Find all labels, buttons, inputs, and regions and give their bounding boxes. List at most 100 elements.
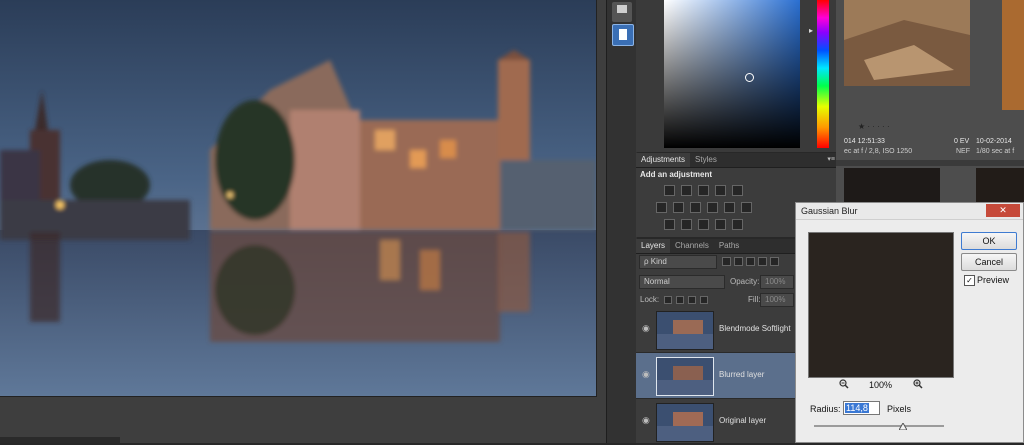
meta-exposure-2: 1/80 sec at f	[976, 148, 1015, 155]
color-field[interactable]	[664, 0, 800, 148]
layer-row-blendmode-softlight[interactable]: ◉ Blendmode Softlight	[636, 307, 796, 353]
status-bar	[0, 437, 120, 443]
layer-name[interactable]: Original layer	[719, 416, 766, 425]
gradient-map-icon[interactable]	[715, 219, 726, 231]
photo-image[interactable]	[0, 0, 597, 397]
opacity-field[interactable]: 100%	[760, 275, 794, 289]
lock-position-icon[interactable]	[688, 295, 696, 304]
visibility-eye-icon[interactable]: ◉	[642, 324, 651, 333]
visibility-eye-icon[interactable]: ◉	[642, 416, 651, 425]
thumbnail-partial[interactable]	[1002, 0, 1024, 110]
meta-date-1: 014 12:51:33	[844, 138, 885, 145]
curves-icon[interactable]	[698, 185, 709, 197]
filter-smart-icon[interactable]	[770, 257, 779, 267]
adjustment-icons-row-1	[664, 185, 839, 197]
hue-saturation-icon[interactable]	[656, 202, 667, 214]
filter-icons	[722, 256, 782, 267]
panel-menu-icon[interactable]: ▾≡	[827, 153, 835, 167]
desert-thumbnail-image	[844, 0, 970, 86]
layer-thumbnail	[656, 311, 714, 350]
gaussian-blur-dialog: Gaussian Blur ✕ OK Cancel ✓ Preview 100%…	[795, 202, 1024, 443]
thumbnail-desert[interactable]	[844, 0, 970, 86]
lock-transparent-icon[interactable]	[664, 295, 672, 304]
ok-button[interactable]: OK	[961, 232, 1017, 250]
meta-ev: 0 EV	[954, 138, 970, 145]
brightness-icon[interactable]	[664, 185, 675, 197]
filter-shape-icon[interactable]	[758, 257, 767, 267]
dock-icon-properties[interactable]	[612, 24, 634, 46]
tab-styles[interactable]: Styles	[690, 153, 722, 167]
hue-slider[interactable]	[817, 0, 829, 148]
preview-window[interactable]	[808, 232, 954, 378]
filter-type-icon[interactable]	[746, 257, 755, 267]
close-icon: ✕	[999, 205, 1007, 215]
visibility-eye-icon[interactable]: ◉	[642, 370, 651, 379]
opacity-label: Opacity:	[730, 277, 760, 286]
tab-adjustments[interactable]: Adjustments	[636, 153, 691, 167]
invert-icon[interactable]	[664, 219, 675, 231]
photo-illustration	[0, 0, 596, 396]
meta-format: NEF	[956, 148, 970, 155]
blend-mode-select[interactable]: Normal	[639, 275, 725, 289]
radius-label: Radius:	[810, 404, 841, 414]
photo-filter-icon[interactable]	[707, 202, 718, 214]
exposure-icon[interactable]	[715, 185, 726, 197]
levels-icon[interactable]	[681, 185, 692, 197]
lock-all-icon[interactable]	[700, 295, 708, 304]
dialog-titlebar[interactable]: Gaussian Blur ✕	[796, 203, 1023, 220]
radius-unit: Pixels	[887, 404, 912, 414]
layer-row-blurred-layer[interactable]: ◉ Blurred layer	[636, 353, 796, 399]
tab-channels[interactable]: Channels	[670, 239, 714, 253]
dock-icon-history[interactable]	[612, 2, 632, 22]
layer-row-original-layer[interactable]: ◉ Original layer	[636, 399, 796, 445]
add-adjustment-heading: Add an adjustment	[640, 170, 713, 179]
tab-paths[interactable]: Paths	[714, 239, 744, 253]
lock-icons	[664, 294, 712, 304]
zoom-out-icon[interactable]	[839, 379, 849, 389]
layer-thumbnail	[656, 403, 714, 442]
meta-date-2: 10-02-2014	[976, 138, 1012, 145]
layer-name[interactable]: Blendmode Softlight	[719, 324, 791, 333]
fill-field[interactable]: 100%	[760, 293, 794, 307]
layer-name[interactable]: Blurred layer	[719, 370, 764, 379]
preview-label: Preview	[977, 275, 1010, 285]
channel-mixer-icon[interactable]	[724, 202, 735, 214]
thumbnail-rating[interactable]: ★ · · · · ·	[858, 122, 890, 131]
cancel-button[interactable]: Cancel	[961, 253, 1017, 271]
lock-label: Lock:	[640, 295, 660, 304]
selective-color-icon[interactable]	[732, 219, 743, 231]
filter-adjustment-icon[interactable]	[734, 257, 743, 267]
radius-input[interactable]: 114,8	[843, 401, 880, 415]
document-canvas[interactable]	[0, 0, 606, 443]
zoom-level: 100%	[869, 380, 893, 390]
tab-layers[interactable]: Layers	[636, 239, 671, 253]
vibrance-icon[interactable]	[732, 185, 743, 197]
adjustments-tabbar: Adjustments Styles ▾≡	[636, 153, 839, 168]
lock-pixels-icon[interactable]	[676, 295, 684, 304]
threshold-icon[interactable]	[698, 219, 709, 231]
panel-dock-strip	[606, 0, 637, 443]
dialog-title: Gaussian Blur	[801, 206, 858, 216]
radius-value: 114,8	[845, 403, 869, 413]
preview-checkbox[interactable]: ✓	[964, 275, 975, 286]
radius-slider-thumb[interactable]	[898, 421, 908, 432]
hue-marker[interactable]: ▸	[809, 26, 813, 35]
history-icon	[617, 5, 627, 13]
layer-thumbnail	[656, 357, 714, 396]
meta-exposure-1: ec at f / 2,8, ISO 1250	[844, 148, 913, 155]
color-sample-marker[interactable]	[745, 73, 754, 82]
layer-filter-kind[interactable]: ρ Kind	[639, 255, 717, 269]
close-button[interactable]: ✕	[986, 204, 1020, 217]
color-balance-icon[interactable]	[673, 202, 684, 214]
color-lookup-icon[interactable]	[741, 202, 752, 214]
filter-pixel-icon[interactable]	[722, 257, 731, 267]
layers-panel: Layers Channels Paths ρ Kind Normal Opacit…	[636, 239, 796, 445]
radius-slider-track[interactable]	[814, 425, 944, 427]
black-white-icon[interactable]	[690, 202, 701, 214]
layers-tabbar: Layers Channels Paths	[636, 239, 796, 254]
posterize-icon[interactable]	[681, 219, 692, 231]
row-divider	[836, 160, 1024, 166]
color-picker-panel: ▸	[636, 0, 839, 152]
zoom-in-icon[interactable]	[913, 379, 923, 389]
fill-label: Fill:	[748, 295, 761, 304]
